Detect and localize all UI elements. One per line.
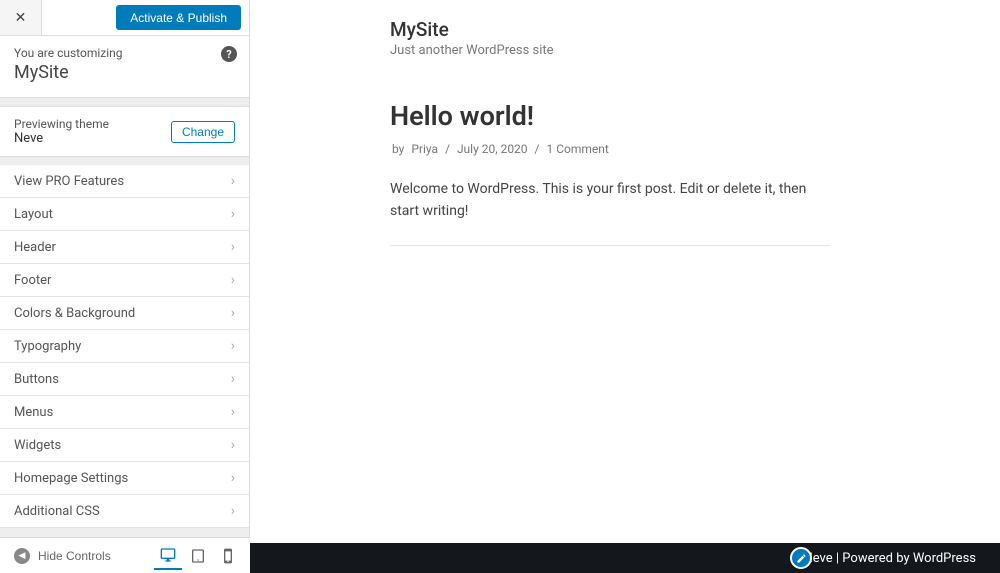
- help-icon[interactable]: ?: [221, 46, 237, 62]
- hide-controls-button[interactable]: ◀ Hide Controls: [8, 544, 117, 568]
- close-button[interactable]: ✕: [0, 0, 42, 35]
- panel-item-additional-css[interactable]: Additional CSS ›: [0, 495, 249, 528]
- meta-date[interactable]: July 20, 2020: [455, 142, 530, 156]
- meta-comments[interactable]: 1 Comment: [544, 142, 610, 156]
- post-meta: by Priya / July 20, 2020 / 1 Comment: [390, 142, 830, 156]
- desktop-icon: [160, 547, 176, 563]
- hide-controls-label: Hide Controls: [38, 549, 111, 563]
- panel-label: Colors & Background: [14, 306, 135, 321]
- panel-item-view-pro-features[interactable]: View PRO Features ›: [0, 165, 249, 198]
- tablet-icon: [190, 548, 206, 564]
- customizer-sidebar: ✕ Activate & Publish You are customizing…: [0, 0, 250, 573]
- theme-label: Previewing theme: [14, 117, 109, 131]
- customizer-panels: View PRO Features›Layout›Header›Footer›C…: [0, 165, 249, 528]
- panel-label: Layout: [14, 207, 53, 222]
- customizing-site-name: MySite: [14, 62, 235, 83]
- panel-item-typography[interactable]: Typography ›: [0, 330, 249, 363]
- preview-content: Hello world! by Priya / July 20, 2020 / …: [250, 76, 830, 246]
- collapse-icon: ◀: [14, 548, 30, 564]
- site-tagline: Just another WordPress site: [390, 43, 1000, 58]
- tablet-preview-button[interactable]: [184, 542, 212, 570]
- chevron-right-icon: ›: [231, 470, 235, 486]
- chevron-right-icon: ›: [231, 272, 235, 288]
- meta-by: by: [390, 142, 406, 156]
- post-body: Welcome to WordPress. This is your first…: [390, 178, 830, 246]
- chevron-right-icon: ›: [231, 437, 235, 453]
- pencil-icon: [796, 553, 807, 564]
- sidebar-header: ✕ Activate & Publish: [0, 0, 249, 36]
- desktop-preview-button[interactable]: [154, 542, 182, 570]
- chevron-right-icon: ›: [231, 503, 235, 519]
- theme-name: Neve: [14, 131, 109, 146]
- panel-item-header[interactable]: Header ›: [0, 231, 249, 264]
- site-title[interactable]: MySite: [390, 18, 1000, 41]
- panel-label: Typography: [14, 339, 81, 354]
- panel-item-footer[interactable]: Footer ›: [0, 264, 249, 297]
- customizing-label: You are customizing: [14, 46, 235, 60]
- meta-sep: /: [533, 142, 542, 156]
- customizing-info: You are customizing MySite ?: [0, 36, 249, 98]
- chevron-right-icon: ›: [231, 404, 235, 420]
- meta-author[interactable]: Priya: [409, 142, 440, 156]
- post-title[interactable]: Hello world!: [390, 100, 830, 132]
- panel-label: Header: [14, 240, 56, 255]
- panel-label: Additional CSS: [14, 504, 100, 519]
- preview-footer: Neve | Powered by WordPress: [250, 543, 1000, 573]
- header-spacer: [42, 0, 116, 35]
- theme-block: Previewing theme Neve Change: [0, 106, 249, 157]
- chevron-right-icon: ›: [231, 206, 235, 222]
- change-theme-button[interactable]: Change: [171, 121, 235, 143]
- panel-item-buttons[interactable]: Buttons ›: [0, 363, 249, 396]
- close-icon: ✕: [15, 9, 27, 26]
- panel-item-colors-background[interactable]: Colors & Background ›: [0, 297, 249, 330]
- panel-label: Footer: [14, 273, 51, 288]
- panel-item-menus[interactable]: Menus ›: [0, 396, 249, 429]
- sidebar-footer: ◀ Hide Controls: [0, 537, 250, 573]
- panel-label: View PRO Features: [14, 174, 124, 189]
- preview-site-header: MySite Just another WordPress site: [250, 0, 1000, 76]
- mobile-icon: [220, 548, 236, 564]
- edit-shortcut-badge[interactable]: [790, 547, 812, 569]
- chevron-right-icon: ›: [231, 173, 235, 189]
- chevron-right-icon: ›: [231, 305, 235, 321]
- panel-item-layout[interactable]: Layout ›: [0, 198, 249, 231]
- panel-label: Menus: [14, 405, 53, 420]
- site-preview: MySite Just another WordPress site Hello…: [250, 0, 1000, 573]
- chevron-right-icon: ›: [231, 239, 235, 255]
- theme-info: Previewing theme Neve: [14, 117, 109, 146]
- activate-publish-button[interactable]: Activate & Publish: [116, 5, 241, 30]
- panel-label: Widgets: [14, 438, 61, 453]
- footer-credit: Neve | Powered by WordPress: [803, 551, 976, 566]
- panel-item-widgets[interactable]: Widgets ›: [0, 429, 249, 462]
- panel-item-homepage-settings[interactable]: Homepage Settings ›: [0, 462, 249, 495]
- mobile-preview-button[interactable]: [214, 542, 242, 570]
- device-toggles: [154, 542, 242, 570]
- panel-label: Homepage Settings: [14, 471, 128, 486]
- meta-sep: /: [443, 142, 452, 156]
- chevron-right-icon: ›: [231, 338, 235, 354]
- chevron-right-icon: ›: [231, 371, 235, 387]
- panel-label: Buttons: [14, 372, 59, 387]
